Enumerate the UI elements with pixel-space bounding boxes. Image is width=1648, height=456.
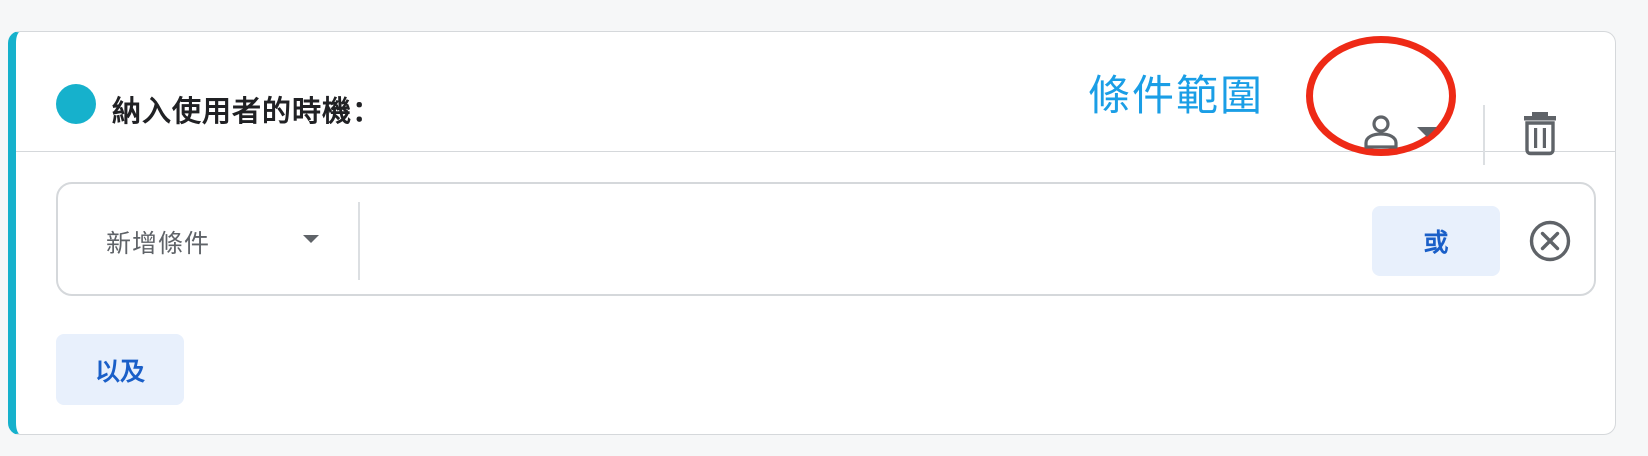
- trash-icon: [1524, 112, 1556, 156]
- chevron-down-icon: [303, 235, 319, 243]
- person-icon: [1364, 114, 1398, 149]
- chevron-down-icon: [1417, 126, 1437, 137]
- scope-dropdown-button[interactable]: [1361, 104, 1456, 159]
- and-button[interactable]: 以及: [56, 334, 184, 405]
- or-button[interactable]: 或: [1372, 206, 1500, 276]
- circle-x-icon: [1529, 220, 1571, 262]
- rule-header: 納入使用者的時機： 條件範圍: [16, 32, 1615, 165]
- rule-card: 納入使用者的時機： 條件範圍 新增條件 或 以及: [8, 31, 1616, 435]
- remove-condition-button[interactable]: [1528, 219, 1572, 263]
- add-condition-label: 新增條件: [106, 229, 211, 258]
- rule-title: 納入使用者的時機：: [112, 94, 383, 128]
- rule-status-dot: [56, 84, 96, 124]
- add-condition-dropdown[interactable]: 新增條件: [58, 184, 358, 294]
- condition-divider: [358, 202, 360, 280]
- condition-row: 新增條件 或: [56, 182, 1596, 296]
- header-divider: [1483, 105, 1485, 165]
- scope-annotation: 條件範圍: [1088, 71, 1265, 120]
- delete-rule-button[interactable]: [1520, 110, 1560, 156]
